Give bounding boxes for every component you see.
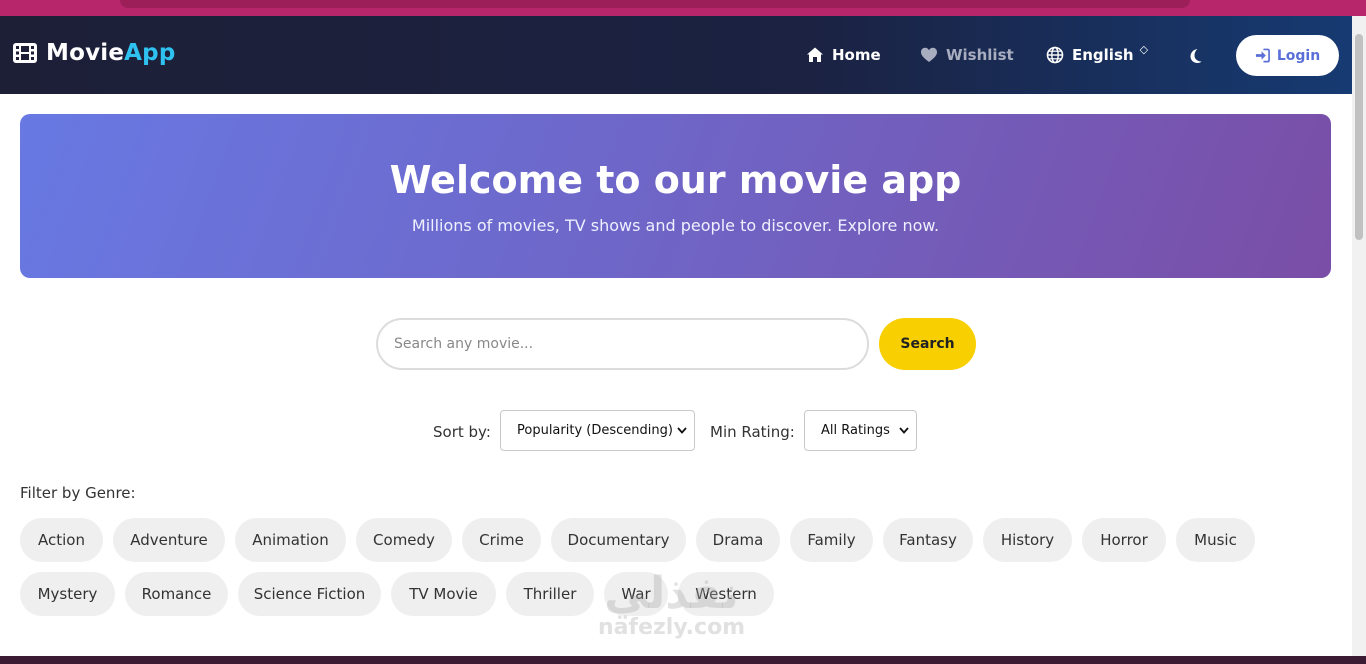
- genre-chip-history[interactable]: History: [983, 518, 1072, 562]
- brand-name: MovieApp: [46, 40, 176, 66]
- rating-select[interactable]: All Ratings: [804, 410, 917, 451]
- genre-chip-music[interactable]: Music: [1176, 518, 1255, 562]
- genre-chip-action[interactable]: Action: [20, 518, 103, 562]
- hero-subtitle: Millions of movies, TV shows and people …: [411, 216, 940, 235]
- login-button[interactable]: Login: [1236, 35, 1339, 76]
- language-label: English: [1072, 46, 1134, 64]
- rating-label: Min Rating:: [710, 423, 795, 441]
- nav-wishlist-label: Wishlist: [946, 46, 1014, 64]
- browser-top-strip: [0, 0, 1366, 16]
- film-icon: [13, 43, 37, 63]
- chevron-down-icon: [899, 427, 909, 434]
- search-button[interactable]: Search: [879, 318, 976, 370]
- hero-title: Welcome to our movie app: [389, 158, 962, 202]
- chevron-down-icon: [677, 427, 687, 434]
- heart-icon: [921, 47, 937, 62]
- nav-home-label: Home: [832, 46, 881, 64]
- home-icon: [807, 47, 823, 62]
- sign-in-icon: [1255, 48, 1270, 63]
- watermark-domain-text: nafezly.com: [598, 615, 746, 640]
- genre-chip-crime[interactable]: Crime: [462, 518, 541, 562]
- genre-chip-drama[interactable]: Drama: [696, 518, 780, 562]
- scrollbar-thumb[interactable]: [1355, 34, 1363, 240]
- genre-chip-family[interactable]: Family: [790, 518, 873, 562]
- search-input[interactable]: [376, 318, 869, 370]
- moon-icon[interactable]: [1186, 47, 1204, 65]
- brand-logo[interactable]: MovieApp: [12, 40, 176, 66]
- genre-chip-thriller[interactable]: Thriller: [506, 572, 594, 616]
- genre-chip-romance[interactable]: Romance: [125, 572, 228, 616]
- genre-filter-label: Filter by Genre:: [20, 484, 136, 502]
- genre-chip-animation[interactable]: Animation: [235, 518, 346, 562]
- navbar: MovieApp Home Wishlist English ◇ Login: [0, 16, 1352, 94]
- nav-wishlist-link[interactable]: Wishlist: [920, 46, 1014, 64]
- site-watermark: نفذلي nafezly.com: [598, 572, 745, 640]
- sort-select[interactable]: Popularity (Descending): [500, 410, 695, 451]
- rating-selected-value: All Ratings: [821, 423, 890, 438]
- taskbar-strip: [0, 656, 1366, 664]
- genre-chip-fantasy[interactable]: Fantasy: [883, 518, 973, 562]
- genre-chip-mystery[interactable]: Mystery: [20, 572, 115, 616]
- login-label: Login: [1276, 47, 1321, 64]
- page-scrollbar[interactable]: [1352, 16, 1366, 664]
- genre-chip-documentary[interactable]: Documentary: [551, 518, 686, 562]
- genre-chip-comedy[interactable]: Comedy: [356, 518, 452, 562]
- genre-chip-horror[interactable]: Horror: [1082, 518, 1166, 562]
- dropdown-diamond-icon: ◇: [1139, 42, 1149, 56]
- sort-selected-value: Popularity (Descending): [517, 423, 673, 438]
- language-selector[interactable]: English ◇: [1046, 42, 1149, 64]
- genre-chip-adventure[interactable]: Adventure: [113, 518, 225, 562]
- globe-icon: [1046, 46, 1064, 64]
- nav-home-link[interactable]: Home: [806, 46, 881, 64]
- hero-banner: Welcome to our movie app Millions of mov…: [20, 114, 1331, 278]
- genre-chip-science-fiction[interactable]: Science Fiction: [238, 572, 381, 616]
- sort-label: Sort by:: [433, 423, 491, 441]
- genre-chip-tv-movie[interactable]: TV Movie: [391, 572, 496, 616]
- watermark-arabic-text: نفذلي: [604, 568, 739, 619]
- browser-tab-bar: [120, 0, 1190, 8]
